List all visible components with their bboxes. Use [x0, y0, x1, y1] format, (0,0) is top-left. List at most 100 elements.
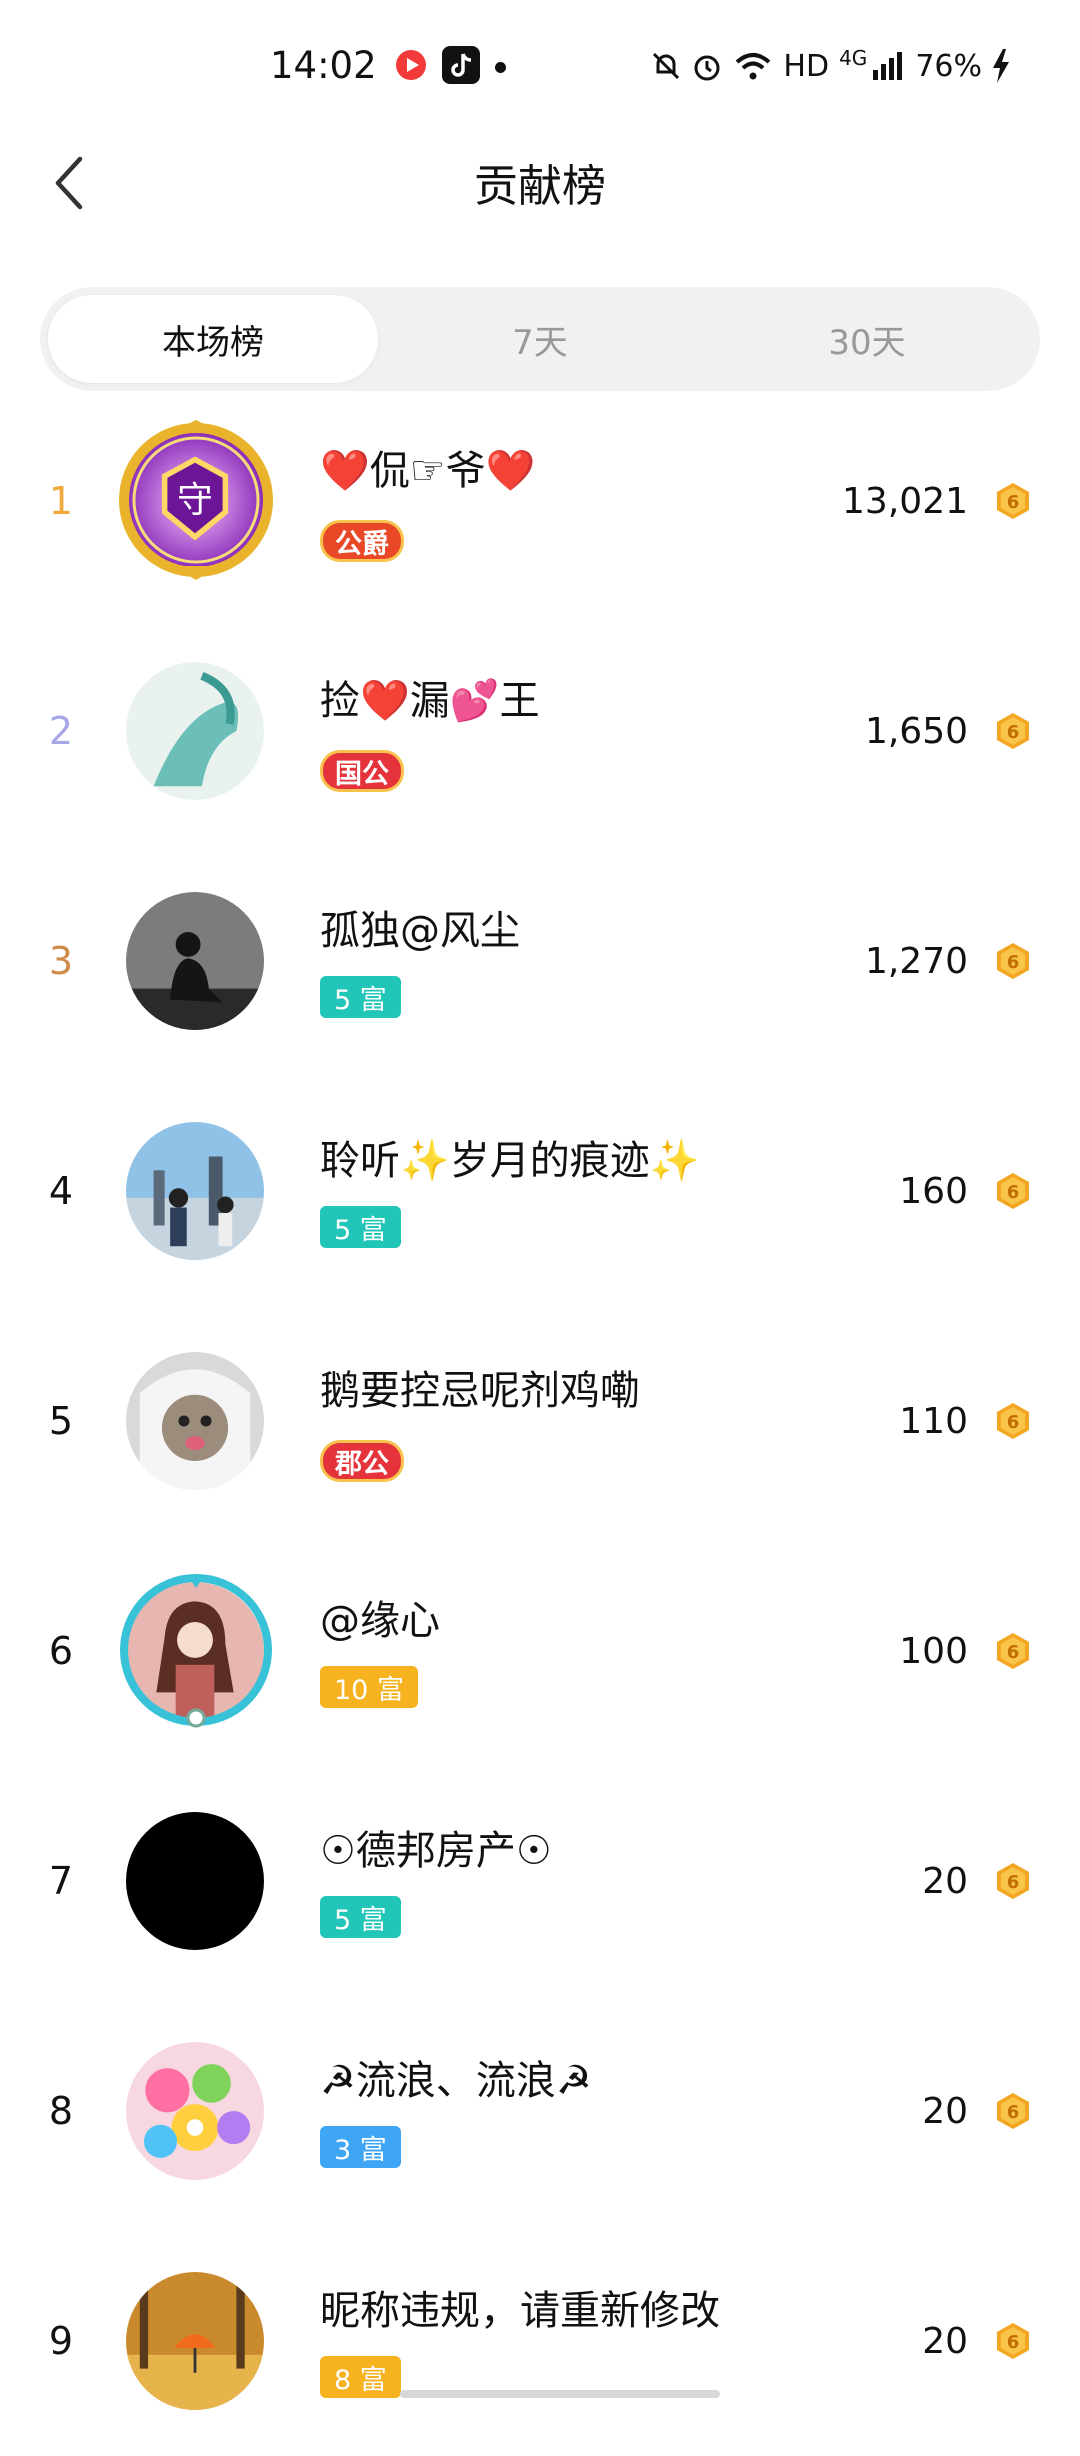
contribution-score: 110	[899, 1400, 968, 1442]
ranking-row[interactable]: 6 @缘心 10 富 100 6	[0, 1536, 1080, 1766]
ranking-row[interactable]: 3 孤独@风尘 5 富 1,270 6	[0, 846, 1080, 1076]
badge-label: 国公	[335, 758, 389, 790]
contribution-score: 20	[922, 2320, 968, 2362]
ranking-row[interactable]: 1 守 ❤️侃☞爷❤️ 公爵 13,021 6	[0, 386, 1080, 616]
rank-number: 1	[48, 479, 74, 523]
svg-text:6: 6	[1007, 1872, 1020, 1893]
badge-label: 郡公	[335, 1448, 389, 1480]
contribution-score: 20	[922, 2090, 968, 2132]
battery-text: 76%	[915, 48, 982, 84]
wealth-level-badge: 5 富	[320, 976, 401, 1018]
page-title: 贡献榜	[474, 161, 606, 212]
ranking-row[interactable]: 8 ☭流浪、流浪☭ 3 富 20 6	[0, 1996, 1080, 2226]
user-name: ☉德邦房产☉	[320, 1828, 552, 1874]
status-indicators: HD 4G 76%	[651, 44, 1010, 88]
coin-icon: 6	[994, 2092, 1032, 2130]
avatar[interactable]	[126, 662, 264, 800]
contribution-score: 160	[899, 1170, 968, 1212]
contribution-score: 1,270	[864, 940, 968, 982]
avatar[interactable]	[126, 892, 264, 1030]
svg-text:6: 6	[1007, 2102, 1020, 2123]
coin-icon: 6	[994, 2322, 1032, 2360]
user-name: 鹅要控忌呢剂鸡嘞	[320, 1368, 640, 1414]
noble-badge: 郡公	[320, 1440, 404, 1482]
rank-number: 3	[48, 939, 74, 983]
status-time: 14:02	[270, 44, 377, 87]
wealth-level-badge: 5 富	[320, 1896, 401, 1938]
svg-text:6: 6	[1007, 1412, 1020, 1433]
wifi-icon	[736, 53, 771, 80]
status-bar: 14:02 HD 4G 76%	[0, 0, 1080, 130]
rank-number: 6	[48, 1629, 74, 1673]
tiktok-icon	[442, 46, 480, 84]
coin-icon: 6	[994, 1862, 1032, 1900]
coin-icon: 6	[994, 1172, 1032, 1210]
avatar[interactable]	[126, 1812, 264, 1950]
video-app-icon	[392, 46, 430, 84]
svg-text:6: 6	[1007, 492, 1020, 513]
rank-number: 8	[48, 2089, 74, 2133]
bell-muted-icon	[653, 52, 680, 80]
signal-type: 4G	[839, 46, 868, 70]
badge-label: 10 富	[334, 1674, 404, 1706]
tab-7-days[interactable]: 7天	[375, 295, 705, 383]
coin-icon: 6	[994, 482, 1032, 520]
noble-badge: 公爵	[320, 520, 404, 562]
avatar[interactable]	[126, 2272, 264, 2410]
contribution-score: 100	[899, 1630, 968, 1672]
home-indicator	[400, 2390, 720, 2398]
coin-icon: 6	[994, 1402, 1032, 1440]
rank-number: 2	[48, 709, 74, 753]
signal-icon	[873, 52, 903, 80]
wealth-level-badge: 5 富	[320, 1206, 401, 1248]
user-name: 聆听✨岁月的痕迹✨	[320, 1138, 700, 1184]
svg-text:6: 6	[1007, 1642, 1020, 1663]
wealth-level-badge: 10 富	[320, 1666, 418, 1708]
network-type: HD	[783, 48, 830, 84]
svg-text:6: 6	[1007, 1182, 1020, 1203]
avatar[interactable]	[126, 1122, 264, 1260]
svg-text:6: 6	[1007, 722, 1020, 743]
contribution-score: 20	[922, 1860, 968, 1902]
user-name: 捡❤️漏💕王	[320, 678, 540, 724]
rank-number: 9	[48, 2319, 74, 2363]
charging-icon	[993, 49, 1009, 83]
avatar[interactable]	[126, 2042, 264, 2180]
user-name: 孤独@风尘	[320, 908, 520, 954]
user-name: @缘心	[320, 1598, 440, 1644]
coin-icon: 6	[994, 712, 1032, 750]
wealth-level-badge: 8 富	[320, 2356, 401, 2398]
noble-badge: 国公	[320, 750, 404, 792]
badge-label: 5 富	[334, 1214, 387, 1246]
alarm-icon	[694, 55, 720, 81]
rank-number: 7	[48, 1859, 74, 1903]
ranking-row[interactable]: 4 聆听✨岁月的痕迹✨ 5 富 160 6	[0, 1076, 1080, 1306]
badge-label: 8 富	[334, 2364, 387, 2396]
svg-text:6: 6	[1007, 952, 1020, 973]
contribution-score: 13,021	[842, 480, 968, 522]
guardian-frame-icon	[112, 416, 280, 584]
tab-this-session[interactable]: 本场榜	[48, 295, 378, 383]
svg-text:6: 6	[1007, 2332, 1020, 2353]
ranking-row[interactable]: 2 捡❤️漏💕王国公 1,650 6	[0, 616, 1080, 846]
notification-dot-icon	[495, 62, 506, 73]
ranking-row[interactable]: 5 鹅要控忌呢剂鸡嘞郡公 110 6	[0, 1306, 1080, 1536]
wealth-level-badge: 3 富	[320, 2126, 401, 2168]
avatar-frame-icon	[112, 1566, 280, 1734]
badge-label: 5 富	[334, 1904, 387, 1936]
badge-label: 公爵	[335, 528, 389, 560]
period-tabs: 本场榜 7天 30天	[40, 287, 1040, 391]
ranking-row[interactable]: 7 ☉德邦房产☉ 5 富 20 6	[0, 1766, 1080, 1996]
user-name: 昵称违规，请重新修改	[320, 2288, 720, 2334]
rank-number: 4	[48, 1169, 74, 1213]
contribution-score: 1,650	[864, 710, 968, 752]
rank-number: 5	[48, 1399, 74, 1443]
avatar[interactable]	[126, 1352, 264, 1490]
ranking-row[interactable]: 9 昵称违规，请重新修改 8 富 20 6	[0, 2226, 1080, 2456]
badge-label: 3 富	[334, 2134, 387, 2166]
coin-icon: 6	[994, 942, 1032, 980]
user-name: ❤️侃☞爷❤️	[320, 448, 536, 494]
tab-30-days[interactable]: 30天	[702, 295, 1032, 383]
user-name: ☭流浪、流浪☭	[320, 2058, 592, 2104]
coin-icon: 6	[994, 1632, 1032, 1670]
